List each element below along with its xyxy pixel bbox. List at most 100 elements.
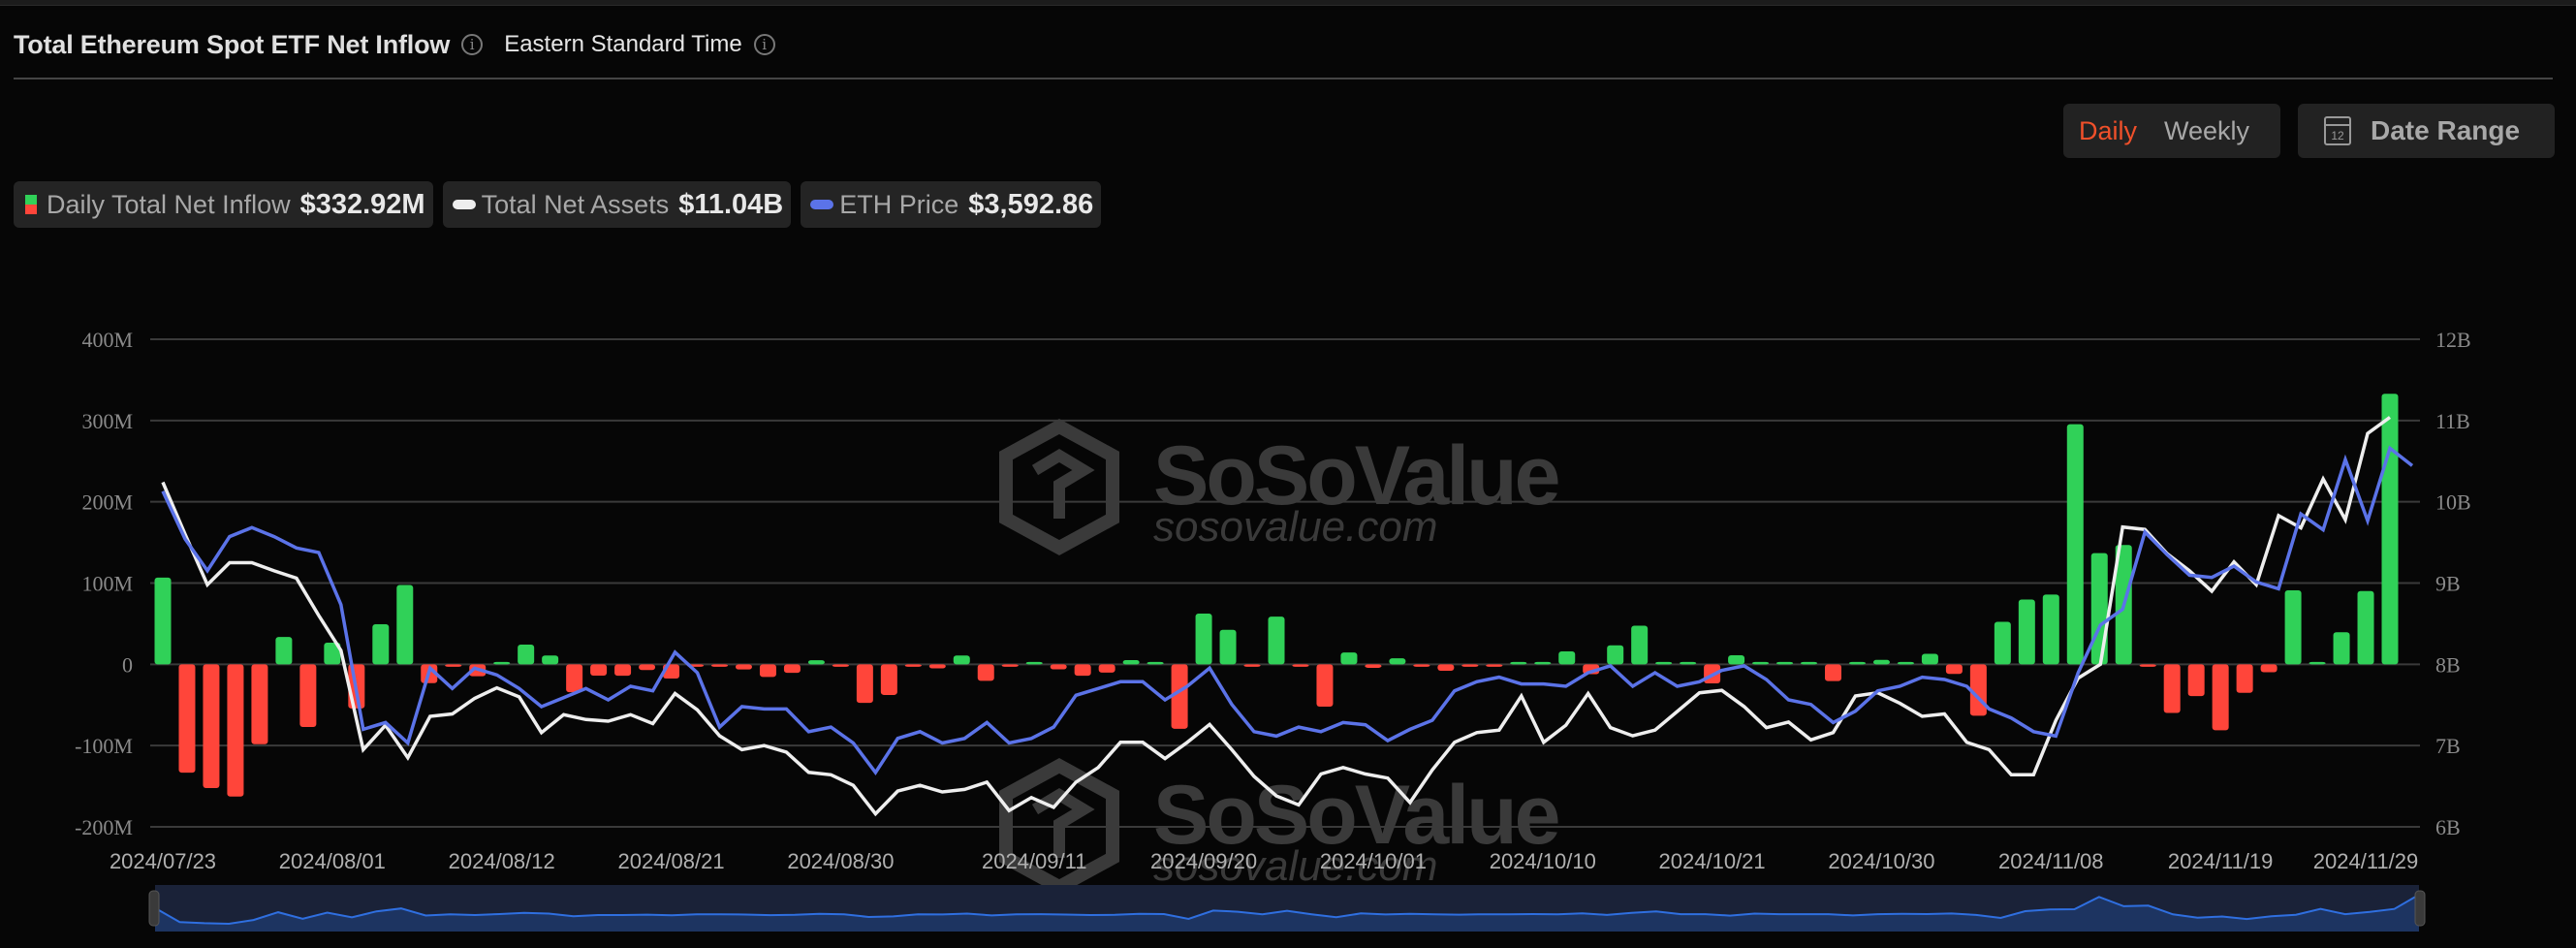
inflow-bar bbox=[1558, 651, 1576, 665]
right-axis-tick: 8B bbox=[2435, 652, 2461, 677]
inflow-bar bbox=[1897, 661, 1914, 665]
inflow-bar bbox=[299, 664, 317, 728]
inflow-bar bbox=[493, 661, 511, 665]
inflow-bar bbox=[1848, 661, 1866, 665]
inflow-bar bbox=[1122, 660, 1140, 665]
inflow-bar bbox=[2066, 424, 2084, 665]
chart-canvas: SoSoValue sosovalue.com SoSoValue sosova… bbox=[75, 328, 2471, 932]
inflow-bar bbox=[1945, 664, 1963, 675]
inflow-bar bbox=[566, 664, 583, 693]
inflow-bar bbox=[1050, 664, 1067, 670]
watermark-logo-icon bbox=[999, 419, 1119, 555]
inflow-bar bbox=[1437, 664, 1455, 672]
left-axis-tick: 200M bbox=[81, 490, 133, 515]
x-axis-tick: 2024/08/12 bbox=[449, 849, 555, 873]
inflow-bar bbox=[251, 664, 268, 744]
inflow-bar bbox=[1171, 664, 1188, 729]
inflow-bar bbox=[639, 664, 656, 671]
inflow-bar bbox=[1728, 655, 1745, 665]
inflow-bar bbox=[2018, 599, 2035, 665]
left-axis-tick: 400M bbox=[81, 328, 133, 352]
inflow-bar bbox=[832, 664, 849, 667]
left-axis-tick: 100M bbox=[81, 572, 133, 596]
inflow-bar bbox=[1243, 664, 1261, 667]
x-axis-tick: 2024/09/20 bbox=[1150, 849, 1257, 873]
left-axis-tick: -200M bbox=[75, 815, 133, 839]
inflow-bar bbox=[1921, 653, 1938, 665]
x-axis-tick: 2024/07/23 bbox=[110, 849, 216, 873]
inflow-bar bbox=[2212, 664, 2229, 731]
inflow-bar bbox=[590, 664, 608, 676]
x-axis-tick: 2024/10/10 bbox=[1490, 849, 1596, 873]
inflow-bar bbox=[1994, 621, 2011, 665]
inflow-bar bbox=[2236, 664, 2253, 693]
inflow-bar bbox=[1825, 664, 1841, 681]
x-axis-tick: 2024/11/19 bbox=[2168, 849, 2273, 873]
inflow-bar bbox=[1365, 664, 1382, 668]
inflow-bar bbox=[2139, 664, 2156, 667]
x-axis-tick: 2024/11/08 bbox=[1998, 849, 2103, 873]
right-axis-tick: 6B bbox=[2435, 815, 2461, 839]
inflow-bar bbox=[856, 664, 873, 704]
inflow-bar bbox=[542, 655, 559, 665]
left-axis-tick: 300M bbox=[81, 409, 133, 433]
inflow-bar bbox=[953, 655, 970, 665]
right-axis-tick: 11B bbox=[2435, 409, 2470, 433]
x-axis-tick: 2024/10/01 bbox=[1320, 849, 1427, 873]
inflow-bar bbox=[1219, 629, 1237, 665]
inflow-bar bbox=[1001, 664, 1019, 667]
inflow-bar bbox=[445, 664, 462, 667]
inflow-bar bbox=[2333, 632, 2350, 665]
x-axis-tick: 2024/08/01 bbox=[279, 849, 386, 873]
navigator-left-handle[interactable] bbox=[148, 890, 160, 927]
right-axis-tick: 12B bbox=[2435, 328, 2471, 352]
inflow-bar bbox=[1776, 661, 1794, 665]
inflow-bar bbox=[1872, 659, 1890, 665]
inflow-bar bbox=[1098, 664, 1115, 673]
inflow-bar bbox=[396, 585, 414, 665]
inflow-bar bbox=[735, 664, 752, 670]
left-axis: 400M 300M 200M 100M 0 -100M -200M bbox=[75, 328, 133, 839]
inflow-bar bbox=[2381, 394, 2399, 665]
inflow-bar bbox=[178, 664, 196, 774]
inflow-bar bbox=[1510, 661, 1527, 665]
inflow-bar bbox=[1631, 625, 1649, 665]
inflow-bar bbox=[1025, 661, 1043, 665]
inflow-bar bbox=[227, 664, 244, 797]
inflow-bar bbox=[372, 624, 390, 665]
x-axis-tick: 2024/08/30 bbox=[787, 849, 894, 873]
inflow-bar bbox=[1752, 661, 1770, 665]
inflow-bar bbox=[1316, 664, 1334, 708]
range-navigator bbox=[148, 885, 2426, 932]
inflow-bar bbox=[2187, 664, 2205, 697]
inflow-bar bbox=[783, 664, 801, 674]
inflow-bar bbox=[1074, 664, 1091, 677]
inflow-bar bbox=[1655, 661, 1673, 665]
navigator-right-handle[interactable] bbox=[2414, 890, 2426, 927]
inflow-bar bbox=[2309, 661, 2326, 665]
right-axis: 12B 11B 10B 9B 8B 7B 6B bbox=[2435, 328, 2471, 839]
inflow-bar bbox=[807, 660, 825, 665]
inflow-bar bbox=[928, 664, 946, 669]
left-axis-tick: -100M bbox=[75, 734, 133, 758]
inflow-bar bbox=[518, 644, 535, 665]
right-axis-tick: 9B bbox=[2435, 572, 2461, 596]
inflow-bar bbox=[2284, 590, 2302, 665]
inflow-bar bbox=[1413, 664, 1430, 667]
x-axis-tick: 2024/10/30 bbox=[1828, 849, 1934, 873]
inflow-bar bbox=[759, 664, 776, 678]
inflow-bar bbox=[614, 664, 632, 677]
inflow-bar bbox=[2357, 590, 2374, 665]
inflow-bar bbox=[1195, 613, 1212, 665]
inflow-bar bbox=[2163, 664, 2181, 713]
right-axis-tick: 10B bbox=[2435, 490, 2471, 515]
x-axis-tick: 2024/08/21 bbox=[617, 849, 724, 873]
inflow-bar bbox=[2260, 664, 2278, 673]
inflow-bar bbox=[275, 637, 293, 665]
x-axis-tick: 2024/10/21 bbox=[1659, 849, 1766, 873]
watermark-url: sosovalue.com bbox=[1153, 503, 1437, 551]
x-axis-tick: 2024/11/29 bbox=[2313, 849, 2418, 873]
inflow-bar bbox=[203, 664, 220, 789]
inflow-bar bbox=[1680, 661, 1697, 665]
inflow-bar bbox=[880, 664, 897, 695]
